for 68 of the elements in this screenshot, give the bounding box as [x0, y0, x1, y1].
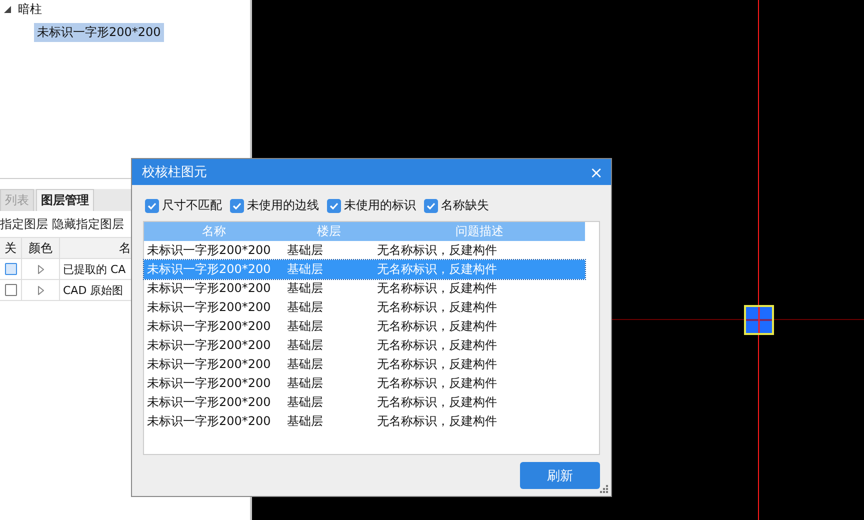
table-row[interactable]: 未标识一字形200*200 基础层 无名称标识，反建构件 [144, 355, 585, 374]
table-cell-text: 未标识一字形200*200 [146, 261, 272, 278]
column-header: 颜色 [22, 238, 60, 258]
table-row[interactable]: 未标识一字形200*200 基础层 无名称标识，反建构件 [144, 298, 585, 317]
table-cell-text: 无名称标识，反建构件 [376, 299, 498, 316]
table-cell-text: 无名称标识，反建构件 [376, 413, 498, 430]
checkbox[interactable] [145, 198, 159, 212]
tab[interactable]: 图层管理 [36, 189, 94, 211]
column-header: 问题描述 [454, 223, 504, 240]
table-cell-text: 基础层 [286, 356, 324, 373]
table-row[interactable]: 未标识一字形200*200 基础层 无名称标识，反建构件 [144, 279, 585, 298]
column-header: 名 [118, 240, 131, 256]
table-cell-text: 未标识一字形200*200 [146, 242, 272, 259]
table-row[interactable]: 未标识一字形200*200 基础层 无名称标识，反建构件 [144, 241, 585, 260]
table-cell-text: 未标识一字形200*200 [146, 413, 272, 430]
checkbox-label[interactable]: 未使用的边线 [247, 197, 319, 214]
table-cell-text: 无名称标识，反建构件 [376, 337, 498, 354]
toolbar-button[interactable]: 隐藏指定图层 [52, 216, 124, 232]
table-cell-text: 未标识一字形200*200 [146, 375, 272, 392]
table-row[interactable]: 未标识一字形200*200 基础层 无名称标识，反建构件 [144, 336, 585, 355]
checkbox[interactable] [4, 284, 16, 296]
toolbar-button[interactable]: 指定图层 [0, 216, 48, 232]
close-button[interactable]: × [588, 162, 605, 182]
tree-item[interactable]: 暗柱 [18, 0, 42, 18]
checkbox[interactable] [4, 263, 16, 275]
table-cell-text: 基础层 [286, 394, 324, 411]
table-cell-text: 未标识一字形200*200 [146, 337, 272, 354]
table-cell-text: 基础层 [286, 413, 324, 430]
table-cell-text: 基础层 [286, 261, 324, 278]
checkbox-label[interactable]: 未使用的标识 [344, 197, 416, 214]
table-cell-text: 未标识一字形200*200 [146, 299, 272, 316]
table-cell-text: 未标识一字形200*200 [146, 318, 272, 335]
table-cell-text: 基础层 [286, 242, 324, 259]
tree-item[interactable]: 未标识一字形200*200 [34, 23, 164, 42]
table-cell-text: 无名称标识，反建构件 [376, 375, 498, 392]
column-header: 楼层 [316, 223, 342, 240]
checkbox[interactable] [230, 198, 244, 212]
expand-arrow-icon[interactable] [4, 6, 11, 12]
table-row[interactable]: 未标识一字形200*200 基础层 无名称标识，反建构件 [144, 412, 585, 431]
table-row[interactable]: 未标识一字形200*200 基础层 无名称标识，反建构件 [144, 393, 585, 412]
layer-name: CAD 原始图 [62, 282, 124, 298]
table-cell-text: 基础层 [286, 337, 324, 354]
checkbox[interactable] [327, 198, 341, 212]
table-cell-text: 无名称标识，反建构件 [376, 318, 498, 335]
table-cell-text: 无名称标识，反建构件 [376, 261, 498, 278]
table-cell-text: 无名称标识，反建构件 [376, 280, 498, 297]
table-cell-text: 未标识一字形200*200 [146, 394, 272, 411]
column-header: 名称 [201, 223, 227, 240]
table-cell-text: 基础层 [286, 375, 324, 392]
dialog-title: 校核柱图元 [142, 164, 207, 181]
layer-name: 已提取的 CA [62, 262, 127, 278]
table-cell-text: 无名称标识，反建构件 [376, 356, 498, 373]
table-cell-text: 基础层 [286, 299, 324, 316]
table-cell-text: 基础层 [286, 280, 324, 297]
table-cell-text: 未标识一字形200*200 [146, 280, 272, 297]
table-row[interactable]: 未标识一字形200*200 基础层 无名称标识，反建构件 [144, 317, 585, 336]
checkbox-label[interactable]: 名称缺失 [441, 197, 489, 214]
column-header: 关 [0, 238, 22, 258]
table-cell-text: 无名称标识，反建构件 [376, 394, 498, 411]
table-row[interactable]: 未标识一字形200*200 基础层 无名称标识，反建构件 [144, 374, 585, 393]
table-cell-text: 基础层 [286, 318, 324, 335]
table-cell-text: 未标识一字形200*200 [146, 356, 272, 373]
column-drawing[interactable] [744, 305, 774, 335]
resize-grip-icon[interactable] [600, 485, 609, 494]
checkbox[interactable] [424, 198, 438, 212]
table-cell-text: 无名称标识，反建构件 [376, 242, 498, 259]
refresh-button[interactable]: 刷新 [520, 462, 600, 489]
checkbox-label[interactable]: 尺寸不匹配 [162, 197, 222, 214]
